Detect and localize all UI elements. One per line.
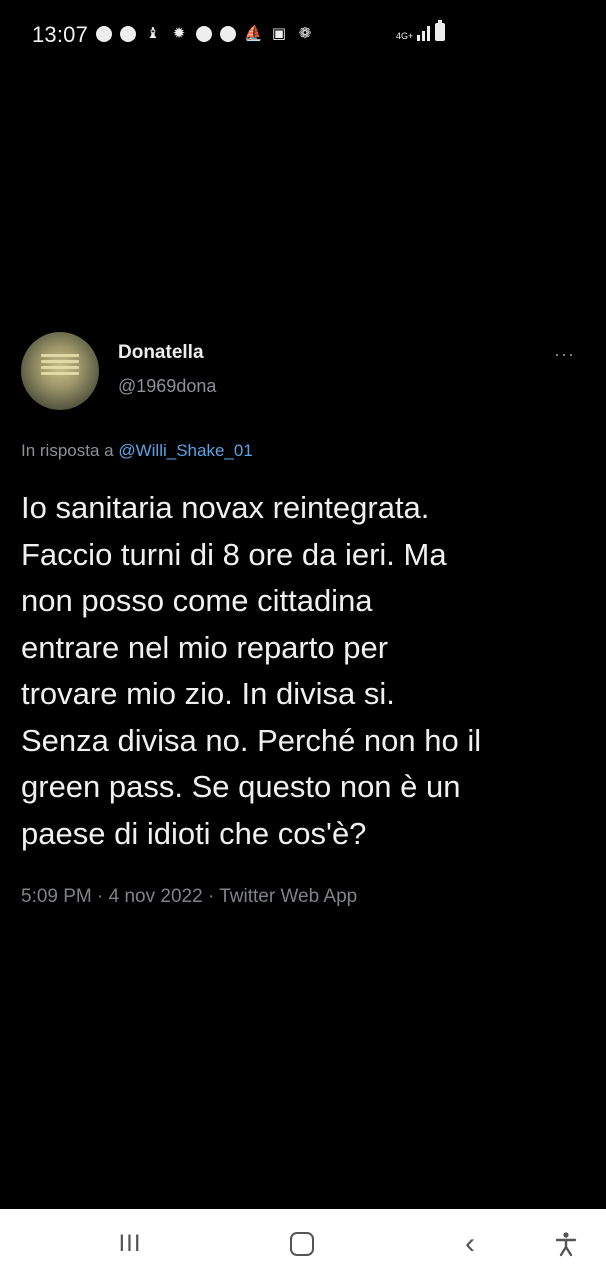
- signal-icon: [417, 25, 430, 41]
- status-right-icons: 4G+: [396, 20, 445, 41]
- circle-icon: [96, 26, 112, 42]
- navigation-bar: III ‹: [0, 1209, 606, 1280]
- recents-button[interactable]: III: [110, 1227, 150, 1261]
- bell-icon: ♝: [146, 25, 160, 42]
- paw-icon: ❁: [298, 25, 312, 42]
- more-options-icon[interactable]: ···: [554, 344, 575, 365]
- back-icon: ‹: [465, 1227, 475, 1260]
- boat-icon: ⛵: [244, 25, 263, 42]
- circle-icon: [220, 26, 236, 42]
- accessibility-button[interactable]: [546, 1227, 586, 1261]
- tweet-meta: 5:09 PM · 4 nov 2022 · Twitter Web App: [21, 886, 358, 907]
- battery-icon: [435, 20, 445, 41]
- notification-icons: ♝ ✹ ⛵ ▣ ❁: [96, 25, 314, 43]
- phone-screen: 13:07 ♝ ✹ ⛵ ▣ ❁ 4G+ Donatella @1969dona …: [0, 0, 606, 1280]
- status-time: 13:07: [32, 22, 89, 47]
- accessibility-icon: [555, 1232, 577, 1257]
- tweet-text: Io sanitaria novax reintegrata. Faccio t…: [21, 490, 482, 851]
- status-bar: 13:07 ♝ ✹ ⛵ ▣ ❁ 4G+: [0, 0, 606, 74]
- reply-context: In risposta a @Willi_Shake_01: [21, 441, 253, 461]
- reply-to-link[interactable]: @Willi_Shake_01: [118, 441, 252, 460]
- chrome-icon: [196, 26, 212, 42]
- recents-icon: III: [118, 1230, 142, 1257]
- network-type: 4G+: [396, 31, 414, 41]
- reply-prefix: In risposta a: [21, 441, 114, 460]
- home-icon: [290, 1232, 314, 1256]
- user-handle[interactable]: @1969dona: [118, 376, 216, 397]
- image-icon: ▣: [271, 25, 287, 42]
- back-button[interactable]: ‹: [450, 1227, 490, 1261]
- circle-icon: [120, 26, 136, 42]
- avatar[interactable]: [21, 332, 99, 410]
- home-button[interactable]: [280, 1227, 324, 1261]
- display-name[interactable]: Donatella: [118, 342, 204, 364]
- sun-icon: ✹: [172, 25, 186, 42]
